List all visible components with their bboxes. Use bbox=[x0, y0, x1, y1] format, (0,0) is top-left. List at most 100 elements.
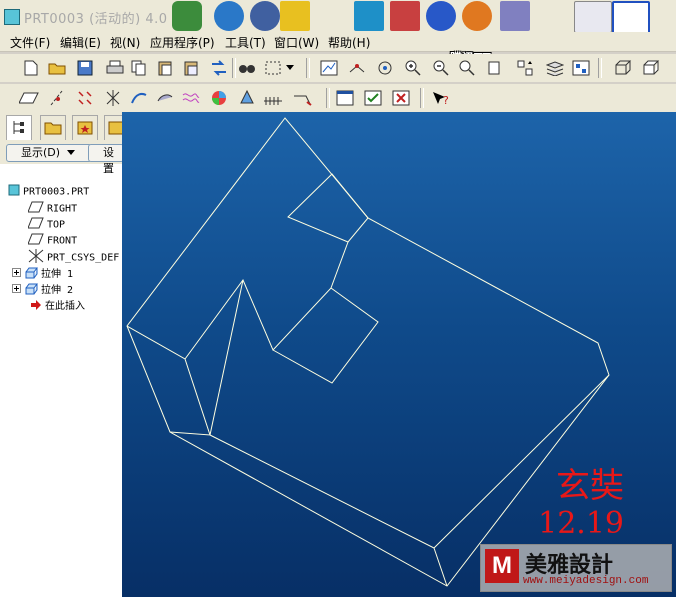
saved-views-icon[interactable] bbox=[514, 57, 536, 79]
font-a-icon[interactable] bbox=[354, 1, 384, 31]
save-icon[interactable] bbox=[74, 57, 96, 79]
panel-tabs bbox=[0, 112, 124, 142]
select-box-icon[interactable] bbox=[262, 57, 284, 79]
panel-controls: 显示(D) 设置 bbox=[0, 142, 124, 175]
insert-here-icon bbox=[30, 299, 42, 314]
tree-item-label: FRONT bbox=[47, 235, 78, 247]
redraw-icon[interactable] bbox=[318, 57, 340, 79]
close-window-icon[interactable] bbox=[390, 87, 412, 109]
window-icon[interactable] bbox=[390, 1, 420, 31]
find-icon[interactable] bbox=[236, 57, 258, 79]
tree-item-extrude-2[interactable]: 拉伸 2 bbox=[12, 281, 73, 296]
print-icon[interactable] bbox=[104, 57, 126, 79]
orient-icon[interactable] bbox=[374, 57, 396, 79]
browser-e-icon[interactable] bbox=[214, 1, 244, 31]
favorites-tab[interactable] bbox=[72, 115, 98, 140]
watermark-logo: M bbox=[485, 549, 519, 583]
wireframe-icon[interactable] bbox=[612, 57, 634, 79]
checkbox-icon[interactable] bbox=[362, 87, 384, 109]
datum-plane-icon bbox=[27, 217, 44, 232]
graphics-viewport[interactable]: 玄奘 12.19 M 美雅設計 www.meiyadesign.com bbox=[122, 112, 676, 597]
layers-icon[interactable] bbox=[544, 57, 566, 79]
menu-file[interactable]: 文件(F) bbox=[10, 34, 50, 51]
folder-tab[interactable] bbox=[40, 115, 66, 140]
dropdown-arrow-icon[interactable] bbox=[284, 57, 296, 79]
spline-icon[interactable] bbox=[180, 87, 202, 109]
watermark: M 美雅設計 www.meiyadesign.com bbox=[480, 544, 672, 592]
globe-icon[interactable] bbox=[250, 1, 280, 31]
sketch-curve-icon[interactable] bbox=[128, 87, 150, 109]
menu-applications[interactable]: 应用程序(P) bbox=[150, 34, 215, 51]
spin-center-icon[interactable] bbox=[346, 57, 368, 79]
firefox-icon[interactable] bbox=[462, 1, 492, 31]
menu-help[interactable]: 帮助(H) bbox=[328, 34, 370, 51]
reorient-icon[interactable] bbox=[484, 57, 506, 79]
tree-item-extrude-1[interactable]: 拉伸 1 bbox=[12, 265, 73, 280]
tree-item-insert-here[interactable]: 在此插入 bbox=[30, 297, 85, 312]
menu-view[interactable]: 视(N) bbox=[110, 34, 140, 51]
layers-tab[interactable] bbox=[104, 115, 124, 140]
datum-plane-icon bbox=[27, 201, 44, 216]
chevron-down-icon bbox=[66, 150, 75, 155]
new-file-icon[interactable] bbox=[20, 57, 42, 79]
hidden-line-icon[interactable] bbox=[640, 57, 662, 79]
expand-plus-icon[interactable] bbox=[12, 268, 21, 280]
expand-plus-icon[interactable] bbox=[12, 284, 21, 296]
signature-date: 12.19 bbox=[538, 506, 624, 541]
layers-tab-icon bbox=[108, 121, 124, 135]
toolbar-separator bbox=[420, 88, 424, 108]
tree-icon bbox=[13, 121, 24, 134]
menu-window[interactable]: 窗口(W) bbox=[274, 34, 319, 51]
window-icon[interactable] bbox=[334, 87, 356, 109]
tree-item-label: PRT_CSYS_DEF bbox=[47, 252, 120, 264]
context-help-icon[interactable]: ? bbox=[430, 87, 452, 109]
datum-toolbar: ? bbox=[0, 84, 676, 112]
svg-text:?: ? bbox=[443, 94, 449, 106]
tree-item-right[interactable]: RIGHT bbox=[27, 201, 77, 216]
datum-point-icon[interactable] bbox=[74, 87, 96, 109]
color-icon[interactable] bbox=[208, 87, 230, 109]
gem-icon[interactable] bbox=[500, 1, 530, 31]
datum-axis-icon[interactable] bbox=[46, 87, 68, 109]
paste-special-icon[interactable] bbox=[180, 57, 202, 79]
tree-root[interactable]: PRT0003.PRT bbox=[8, 184, 89, 199]
zoom-in-icon[interactable] bbox=[402, 57, 424, 79]
window-frame-icon[interactable] bbox=[612, 1, 650, 35]
control-panel-icon[interactable] bbox=[574, 1, 612, 33]
regenerate-icon[interactable] bbox=[208, 57, 230, 79]
paste-icon[interactable] bbox=[154, 57, 176, 79]
favorites-icon bbox=[77, 121, 93, 135]
settings-dropdown[interactable]: 设置 bbox=[88, 144, 124, 175]
tree-item-csys[interactable]: PRT_CSYS_DEF bbox=[28, 249, 119, 264]
tiangao-icon[interactable] bbox=[280, 1, 310, 31]
show-accel: (D) bbox=[43, 146, 61, 159]
annotation-icon[interactable] bbox=[292, 87, 314, 109]
tree-item-top[interactable]: TOP bbox=[27, 217, 66, 232]
watermark-url: www.meiyadesign.com bbox=[523, 575, 649, 587]
shade-icon[interactable] bbox=[154, 87, 176, 109]
media-player-icon[interactable] bbox=[426, 1, 456, 31]
analysis-icon[interactable] bbox=[262, 87, 284, 109]
model-tree-tab[interactable] bbox=[6, 115, 32, 140]
copy-icon[interactable] bbox=[128, 57, 150, 79]
toolbar-separator bbox=[326, 88, 330, 108]
settings-label: 设置 bbox=[103, 146, 114, 175]
datum-plane-icon[interactable] bbox=[18, 87, 40, 109]
light-icon[interactable] bbox=[236, 87, 258, 109]
zoom-out-icon[interactable] bbox=[430, 57, 452, 79]
qq-penguin-icon[interactable] bbox=[172, 1, 202, 31]
menu-edit[interactable]: 编辑(E) bbox=[60, 34, 101, 51]
folder-icon bbox=[44, 122, 62, 135]
refit-icon[interactable] bbox=[456, 57, 478, 79]
extrude-icon bbox=[24, 283, 38, 298]
datum-csys-icon[interactable] bbox=[102, 87, 124, 109]
open-folder-icon[interactable] bbox=[46, 57, 68, 79]
show-dropdown[interactable]: 显示(D) bbox=[6, 144, 92, 162]
tree-item-front[interactable]: FRONT bbox=[27, 233, 78, 248]
toolbar-separator bbox=[598, 58, 602, 78]
tree-item-label: TOP bbox=[47, 219, 66, 231]
menu-tools[interactable]: 工具(T) bbox=[225, 34, 266, 51]
model-edge bbox=[184, 278, 379, 384]
tree-item-label: 拉伸 1 bbox=[41, 269, 74, 280]
model-tree-icon[interactable] bbox=[570, 57, 592, 79]
